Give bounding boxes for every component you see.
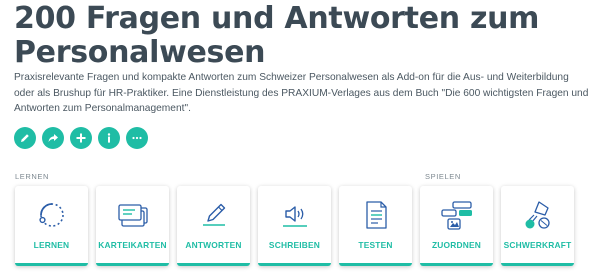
page-title: 200 Fragen und Antworten zum Personalwes…: [14, 1, 540, 70]
study-modes: LERNEN KARTEIKARTEN ANTWORTEN SCHREIBEN …: [15, 186, 574, 266]
mode-card-zuordnen[interactable]: ZUORDNEN: [420, 186, 493, 266]
mode-card-karteikarten[interactable]: KARTEIKARTEN: [96, 186, 169, 266]
section-label-play: SPIELEN: [425, 172, 461, 181]
mode-card-testen[interactable]: TESTEN: [339, 186, 412, 266]
mode-label: ZUORDNEN: [431, 240, 482, 250]
mode-card-schreiben[interactable]: SCHREIBEN: [258, 186, 331, 266]
speaker-icon: [282, 206, 307, 227]
mode-label: TESTEN: [358, 240, 393, 250]
document-icon: [365, 201, 387, 229]
mode-label: KARTEIKARTEN: [98, 240, 167, 250]
gravity-icon: [525, 201, 550, 229]
pencil-icon: [21, 134, 29, 142]
pen-icon: [202, 203, 225, 226]
add-button[interactable]: [70, 127, 92, 149]
mode-card-antworten[interactable]: ANTWORTEN: [177, 186, 250, 266]
mode-card-lernen[interactable]: LERNEN: [15, 186, 88, 266]
mode-label: LERNEN: [33, 240, 70, 250]
progress-circle-icon: [38, 203, 64, 227]
mode-label: SCHREIBEN: [268, 240, 321, 250]
match-icon: [440, 201, 472, 230]
flashcards-icon: [117, 204, 148, 227]
page-description: Praxisrelevante Fragen und kompakte Antw…: [14, 72, 589, 114]
plus-icon: [76, 133, 86, 143]
mode-card-schwerkraft[interactable]: SCHWERKRAFT: [501, 186, 574, 266]
mode-label: ANTWORTEN: [185, 240, 242, 250]
section-label-learn: LERNEN: [15, 172, 50, 181]
edit-button[interactable]: [14, 127, 36, 149]
info-icon: [107, 133, 111, 143]
more-button[interactable]: [126, 127, 148, 149]
action-bar: [14, 127, 148, 149]
info-button[interactable]: [98, 127, 120, 149]
mode-label: SCHWERKRAFT: [503, 240, 572, 250]
share-button[interactable]: [42, 127, 64, 149]
share-icon: [48, 134, 58, 142]
more-icon: [132, 136, 142, 140]
